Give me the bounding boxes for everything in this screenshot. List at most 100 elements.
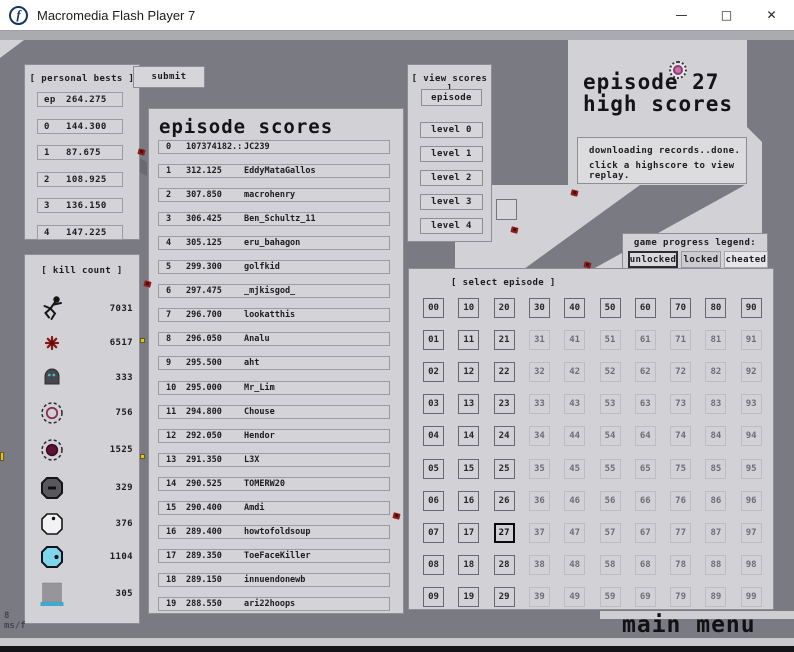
personal-best-row[interactable]: 0144.300: [37, 119, 123, 134]
episode-cell-67[interactable]: 67: [635, 523, 656, 543]
personal-best-row[interactable]: 2108.925: [37, 172, 123, 187]
episode-cell-35[interactable]: 35: [529, 459, 550, 479]
minimize-button[interactable]: —: [659, 0, 704, 30]
episode-cell-85[interactable]: 85: [705, 459, 726, 479]
episode-cell-90[interactable]: 90: [741, 298, 762, 318]
highscore-row[interactable]: 13291.350L3X: [158, 453, 390, 467]
episode-cell-91[interactable]: 91: [741, 330, 762, 350]
episode-cell-24[interactable]: 24: [494, 426, 515, 446]
episode-cell-23[interactable]: 23: [494, 394, 515, 414]
episode-cell-73[interactable]: 73: [670, 394, 691, 414]
highscore-row[interactable]: 5299.300golfkid: [158, 260, 390, 274]
episode-cell-97[interactable]: 97: [741, 523, 762, 543]
episode-cell-69[interactable]: 69: [635, 587, 656, 607]
episode-cell-20[interactable]: 20: [494, 298, 515, 318]
highscore-row[interactable]: 4305.125eru_bahagon: [158, 236, 390, 250]
episode-cell-42[interactable]: 42: [564, 362, 585, 382]
personal-best-row[interactable]: 4147.225: [37, 225, 123, 240]
episode-cell-59[interactable]: 59: [600, 587, 621, 607]
episode-cell-86[interactable]: 86: [705, 491, 726, 511]
legend-unlocked-button[interactable]: unlocked: [628, 251, 678, 268]
view-level-2-button[interactable]: level 2: [420, 170, 483, 186]
episode-cell-11[interactable]: 11: [458, 330, 479, 350]
episode-cell-61[interactable]: 61: [635, 330, 656, 350]
episode-cell-58[interactable]: 58: [600, 555, 621, 575]
highscore-row[interactable]: 9295.500aht: [158, 356, 390, 370]
episode-cell-70[interactable]: 70: [670, 298, 691, 318]
episode-cell-22[interactable]: 22: [494, 362, 515, 382]
episode-cell-82[interactable]: 82: [705, 362, 726, 382]
highscore-row[interactable]: 15290.400Amdi: [158, 501, 390, 515]
episode-cell-77[interactable]: 77: [670, 523, 691, 543]
episode-cell-00[interactable]: 00: [423, 298, 444, 318]
episode-cell-10[interactable]: 10: [458, 298, 479, 318]
blank-square-button[interactable]: [496, 199, 517, 220]
episode-cell-16[interactable]: 16: [458, 491, 479, 511]
legend-locked-button[interactable]: locked: [681, 251, 721, 268]
highscore-row[interactable]: 16289.400howtofoldsoup: [158, 525, 390, 539]
highscore-row[interactable]: 17289.350ToeFaceKiller: [158, 549, 390, 563]
episode-cell-41[interactable]: 41: [564, 330, 585, 350]
episode-cell-62[interactable]: 62: [635, 362, 656, 382]
episode-cell-04[interactable]: 04: [423, 426, 444, 446]
episode-cell-99[interactable]: 99: [741, 587, 762, 607]
episode-cell-74[interactable]: 74: [670, 426, 691, 446]
episode-cell-01[interactable]: 01: [423, 330, 444, 350]
highscore-row[interactable]: 12292.050Hendor: [158, 429, 390, 443]
episode-cell-52[interactable]: 52: [600, 362, 621, 382]
episode-cell-02[interactable]: 02: [423, 362, 444, 382]
episode-cell-78[interactable]: 78: [670, 555, 691, 575]
episode-cell-15[interactable]: 15: [458, 459, 479, 479]
highscore-row[interactable]: 10295.000Mr_Lim: [158, 381, 390, 395]
episode-cell-36[interactable]: 36: [529, 491, 550, 511]
episode-cell-06[interactable]: 06: [423, 491, 444, 511]
episode-cell-43[interactable]: 43: [564, 394, 585, 414]
episode-cell-14[interactable]: 14: [458, 426, 479, 446]
episode-cell-65[interactable]: 65: [635, 459, 656, 479]
close-button[interactable]: ✕: [749, 0, 794, 30]
episode-cell-47[interactable]: 47: [564, 523, 585, 543]
view-level-0-button[interactable]: level 0: [420, 122, 483, 138]
episode-cell-25[interactable]: 25: [494, 459, 515, 479]
episode-cell-38[interactable]: 38: [529, 555, 550, 575]
episode-cell-27[interactable]: 27: [494, 523, 515, 543]
episode-cell-50[interactable]: 50: [600, 298, 621, 318]
episode-cell-71[interactable]: 71: [670, 330, 691, 350]
highscore-row[interactable]: 19288.550ari22hoops: [158, 597, 390, 611]
episode-cell-72[interactable]: 72: [670, 362, 691, 382]
episode-cell-87[interactable]: 87: [705, 523, 726, 543]
episode-cell-37[interactable]: 37: [529, 523, 550, 543]
episode-cell-49[interactable]: 49: [564, 587, 585, 607]
episode-cell-32[interactable]: 32: [529, 362, 550, 382]
main-menu-button[interactable]: main menu: [622, 612, 756, 638]
episode-cell-12[interactable]: 12: [458, 362, 479, 382]
episode-cell-66[interactable]: 66: [635, 491, 656, 511]
episode-cell-88[interactable]: 88: [705, 555, 726, 575]
highscore-row[interactable]: 1312.125EddyMataGallos: [158, 164, 390, 178]
episode-cell-34[interactable]: 34: [529, 426, 550, 446]
episode-cell-18[interactable]: 18: [458, 555, 479, 575]
episode-cell-57[interactable]: 57: [600, 523, 621, 543]
highscore-row[interactable]: 0107374182.:JC239: [158, 140, 390, 154]
episode-cell-93[interactable]: 93: [741, 394, 762, 414]
episode-cell-92[interactable]: 92: [741, 362, 762, 382]
episode-cell-64[interactable]: 64: [635, 426, 656, 446]
episode-cell-17[interactable]: 17: [458, 523, 479, 543]
episode-cell-81[interactable]: 81: [705, 330, 726, 350]
episode-cell-55[interactable]: 55: [600, 459, 621, 479]
highscore-row[interactable]: 2307.850macrohenry: [158, 188, 390, 202]
episode-cell-40[interactable]: 40: [564, 298, 585, 318]
highscore-row[interactable]: 18289.150innuendonewb: [158, 573, 390, 587]
episode-cell-21[interactable]: 21: [494, 330, 515, 350]
episode-cell-98[interactable]: 98: [741, 555, 762, 575]
personal-best-row[interactable]: 187.675: [37, 145, 123, 160]
episode-cell-05[interactable]: 05: [423, 459, 444, 479]
highscore-row[interactable]: 11294.800Chouse: [158, 405, 390, 419]
episode-cell-63[interactable]: 63: [635, 394, 656, 414]
episode-cell-09[interactable]: 09: [423, 587, 444, 607]
episode-cell-79[interactable]: 79: [670, 587, 691, 607]
highscore-row[interactable]: 8296.050Analu: [158, 332, 390, 346]
personal-best-row[interactable]: 3136.150: [37, 198, 123, 213]
episode-cell-30[interactable]: 30: [529, 298, 550, 318]
episode-cell-07[interactable]: 07: [423, 523, 444, 543]
